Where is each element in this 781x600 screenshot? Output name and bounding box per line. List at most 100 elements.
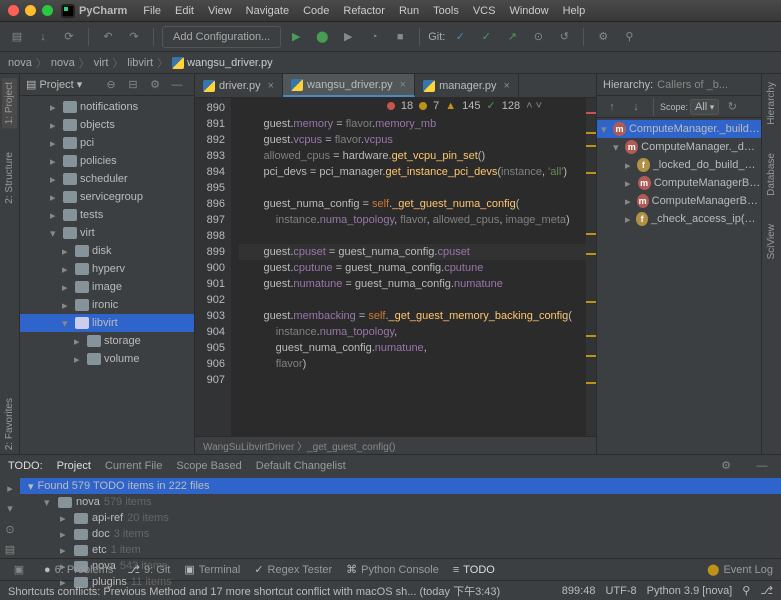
tree-arrow-icon[interactable]: ▸: [74, 353, 84, 366]
event-log-button[interactable]: ⬤ Event Log: [707, 563, 773, 576]
search-icon[interactable]: ⚲: [618, 26, 640, 48]
project-hide-icon[interactable]: —: [166, 74, 188, 96]
python-interpreter[interactable]: Python 3.9 [nova]: [647, 585, 733, 597]
code-area[interactable]: 18 7 ▲145 ✓128 ˄ ˅ guest.memory = flavor…: [231, 98, 586, 436]
maximize-window[interactable]: [42, 5, 53, 16]
project-tree-item[interactable]: ▸disk: [20, 242, 194, 260]
tree-arrow-icon[interactable]: ▾: [50, 227, 60, 240]
breadcrumb-item[interactable]: nova: [51, 57, 75, 69]
todo-tab[interactable]: Scope Based: [176, 460, 241, 472]
zoom-icon[interactable]: ⚲: [742, 584, 750, 597]
breadcrumb-item[interactable]: libvirt: [127, 57, 153, 69]
left-tab-structure[interactable]: 2: Structure: [2, 148, 17, 208]
undo-icon[interactable]: ↶: [97, 26, 119, 48]
project-tree-item[interactable]: ▾libvirt: [20, 314, 194, 332]
tool-window-icon[interactable]: ▣: [8, 559, 30, 581]
tree-arrow-icon[interactable]: ▸: [50, 155, 60, 168]
tree-arrow-icon[interactable]: ▸: [62, 245, 72, 258]
tree-arrow-icon[interactable]: ▸: [74, 335, 84, 348]
editor-tab[interactable]: manager.py×: [415, 74, 519, 97]
save-icon[interactable]: ↓: [32, 26, 54, 48]
git-update-icon[interactable]: ✓: [449, 26, 471, 48]
close-tab-icon[interactable]: ×: [400, 79, 406, 91]
project-collapse-icon[interactable]: ⊟: [122, 74, 144, 96]
coverage-icon[interactable]: ▶: [337, 26, 359, 48]
todo-autoscroll-icon[interactable]: ⊙: [0, 521, 21, 538]
redo-icon[interactable]: ↷: [123, 26, 145, 48]
project-tree-item[interactable]: ▸ironic: [20, 296, 194, 314]
stop-icon[interactable]: ■: [389, 26, 411, 48]
tree-arrow-icon[interactable]: ▸: [50, 209, 60, 222]
project-settings-icon[interactable]: ⊖: [100, 74, 122, 96]
tree-arrow-icon[interactable]: ▸: [60, 528, 70, 541]
left-tab-favorites[interactable]: 2: Favorites: [2, 394, 17, 454]
bottom-tab[interactable]: ✓Regex Tester: [254, 563, 332, 576]
close-window[interactable]: [8, 5, 19, 16]
caret-position[interactable]: 899:48: [562, 585, 596, 597]
tree-arrow-icon[interactable]: ▾: [601, 123, 610, 136]
project-tree-item[interactable]: ▸storage: [20, 332, 194, 350]
hierarchy-item[interactable]: ▸mComputeManagerBuild: [597, 174, 761, 192]
tree-arrow-icon[interactable]: ▸: [50, 191, 60, 204]
menu-window[interactable]: Window: [503, 3, 554, 19]
right-tab-hierarchy[interactable]: Hierarchy: [764, 78, 779, 129]
hierarchy-item[interactable]: ▸mComputeManagerBuildIns: [597, 192, 761, 210]
run-icon[interactable]: ▶: [285, 26, 307, 48]
editor-breadcrumb[interactable]: WangSuLibvirtDriver 〉_get_guest_config(): [195, 436, 596, 454]
project-tree-item[interactable]: ▸scheduler: [20, 170, 194, 188]
tree-arrow-icon[interactable]: ▸: [62, 299, 72, 312]
tree-arrow-icon[interactable]: ▸: [50, 173, 60, 186]
todo-tree-item[interactable]: ▸api-ref 20 items: [20, 510, 781, 526]
project-tree-item[interactable]: ▸objects: [20, 116, 194, 134]
todo-expand-icon[interactable]: ▸: [0, 480, 21, 497]
encoding[interactable]: UTF-8: [605, 585, 636, 597]
menu-navigate[interactable]: Navigate: [240, 3, 295, 19]
minimize-window[interactable]: [25, 5, 36, 16]
right-tab-sciview[interactable]: SciView: [764, 220, 779, 263]
project-tree-item[interactable]: ▾virt: [20, 224, 194, 242]
project-tree-item[interactable]: ▸image: [20, 278, 194, 296]
error-stripe[interactable]: [586, 98, 596, 436]
tree-arrow-icon[interactable]: ▸: [625, 213, 633, 226]
bottom-tab[interactable]: ●6: Problems: [44, 564, 113, 576]
project-tree-item[interactable]: ▸notifications: [20, 98, 194, 116]
project-tree-item[interactable]: ▸tests: [20, 206, 194, 224]
menu-view[interactable]: View: [202, 3, 238, 19]
tree-arrow-icon[interactable]: ▾: [62, 317, 72, 330]
menu-help[interactable]: Help: [557, 3, 592, 19]
profile-icon[interactable]: ◔: [363, 26, 385, 48]
todo-tree-item[interactable]: ▾nova 579 items: [20, 494, 781, 510]
inspection-banner[interactable]: 18 7 ▲145 ✓128 ˄ ˅: [387, 98, 542, 114]
hier-callee-icon[interactable]: ↓: [625, 96, 647, 118]
tree-arrow-icon[interactable]: ▸: [62, 263, 72, 276]
todo-collapse-icon[interactable]: ▾: [0, 501, 21, 518]
project-tree-item[interactable]: ▸policies: [20, 152, 194, 170]
gutter[interactable]: 8908918928938948958968978988999009019029…: [195, 98, 231, 436]
close-tab-icon[interactable]: ×: [504, 80, 510, 92]
bottom-tab[interactable]: ⌘Python Console: [346, 563, 439, 576]
chevron-down-icon[interactable]: ▾: [28, 480, 34, 493]
bottom-tab[interactable]: ≡TODO: [453, 564, 495, 576]
debug-icon[interactable]: ⬤: [311, 26, 333, 48]
project-tree-item[interactable]: ▸pci: [20, 134, 194, 152]
todo-group-icon[interactable]: ▤: [0, 542, 21, 559]
editor-tab[interactable]: wangsu_driver.py×: [283, 74, 415, 97]
hier-refresh-icon[interactable]: ↻: [721, 96, 743, 118]
tree-arrow-icon[interactable]: ▸: [60, 512, 70, 525]
git-push-icon[interactable]: ↗: [501, 26, 523, 48]
branch-icon[interactable]: ⎇: [760, 584, 773, 597]
git-rollback-icon[interactable]: ↺: [553, 26, 575, 48]
tree-arrow-icon[interactable]: ▸: [62, 281, 72, 294]
settings-icon[interactable]: ⚙: [592, 26, 614, 48]
git-history-icon[interactable]: ⊙: [527, 26, 549, 48]
refresh-icon[interactable]: ⟳: [58, 26, 80, 48]
hier-caller-icon[interactable]: ↑: [601, 96, 623, 118]
tree-arrow-icon[interactable]: ▸: [50, 119, 60, 132]
tree-arrow-icon[interactable]: ▸: [50, 101, 60, 114]
breadcrumb-file[interactable]: wangsu_driver.py: [172, 57, 273, 69]
hierarchy-item[interactable]: ▾mComputeManager._do_bui: [597, 138, 761, 156]
tree-arrow-icon[interactable]: ▸: [60, 544, 70, 557]
todo-tree-item[interactable]: ▸etc 1 item: [20, 542, 781, 558]
menu-edit[interactable]: Edit: [169, 3, 200, 19]
add-configuration-button[interactable]: Add Configuration...: [162, 26, 281, 48]
